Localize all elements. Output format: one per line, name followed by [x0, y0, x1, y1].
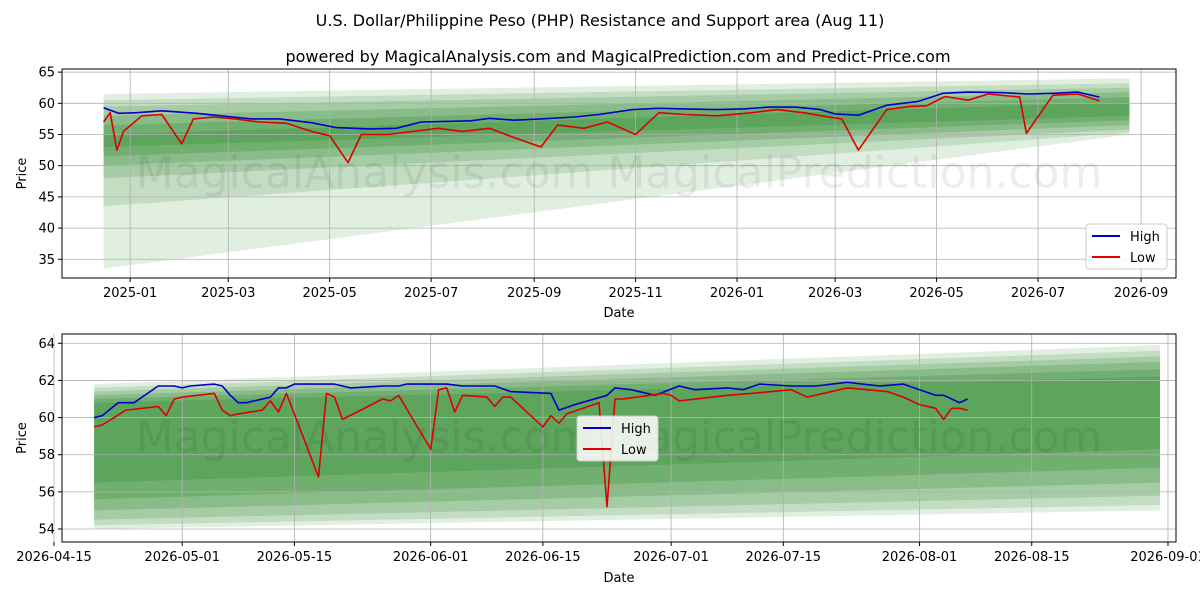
x-tick-label: 2026-07-01 — [633, 550, 709, 565]
y-tick-label: 40 — [38, 222, 55, 237]
top-chart-panel: 35 40 45 50 55 60 65 2025-01 2025-03 2025-05 2025-… — [15, 66, 1177, 321]
x-axis-label: Date — [603, 571, 634, 586]
y-axis-label: Price — [15, 422, 30, 454]
x-tick-label: 2025-03 — [201, 286, 255, 301]
y-tick-label: 65 — [38, 66, 55, 81]
y-tick-label: 58 — [38, 448, 55, 463]
x-tick-label: 2026-05-15 — [257, 550, 333, 565]
figure: U.S. Dollar/Philippine Peso (PHP) Resist… — [15, 11, 1200, 586]
watermark: MagicalAnalysis.com MagicalPrediction.co… — [136, 148, 1103, 199]
legend-label: High — [621, 422, 651, 437]
legend: High Low — [576, 415, 659, 462]
x-tick-label: 2026-05-01 — [144, 550, 220, 565]
y-tick-label: 60 — [38, 97, 55, 112]
x-tick-label: 2025-05 — [303, 286, 357, 301]
x-tick-label: 2025-09 — [507, 286, 561, 301]
chart-subtitle: powered by MagicalAnalysis.com and Magic… — [285, 47, 950, 66]
legend-label: High — [1130, 230, 1160, 245]
x-tick-label: 2026-09 — [1114, 286, 1168, 301]
x-axis-label: Date — [603, 306, 634, 321]
x-tick-label: 2025-07 — [404, 286, 458, 301]
x-tick-label: 2026-05 — [909, 286, 963, 301]
x-tick-label: 2026-06-01 — [393, 550, 469, 565]
y-tick-label: 45 — [38, 190, 55, 205]
bottom-chart-panel: 54 56 58 60 62 64 2026-04-15 2026-05-01 2026-05-… — [15, 333, 1200, 586]
y-tick-label: 54 — [38, 523, 55, 538]
x-tick-label: 2025-01 — [103, 286, 157, 301]
x-tick-label: 2026-09-01 — [1130, 550, 1200, 565]
x-tick-label: 2026-07 — [1011, 286, 1065, 301]
y-tick-label: 56 — [38, 485, 55, 500]
y-tick-label: 60 — [38, 411, 55, 426]
x-tick-label: 2026-01 — [710, 286, 764, 301]
y-axis-label: Price — [15, 158, 30, 190]
x-tick-label: 2026-07-15 — [746, 550, 822, 565]
legend-label: Low — [621, 443, 647, 458]
y-tick-label: 64 — [38, 337, 55, 352]
y-tick-label: 55 — [38, 128, 55, 143]
legend-label: Low — [1130, 251, 1156, 266]
x-tick-label: 2026-08-15 — [994, 550, 1070, 565]
chart-title: U.S. Dollar/Philippine Peso (PHP) Resist… — [316, 11, 885, 30]
legend: High Low — [1085, 223, 1168, 270]
x-tick-label: 2025-11 — [608, 286, 662, 301]
x-tick-label: 2026-06-15 — [505, 550, 581, 565]
x-tick-label: 2026-03 — [808, 286, 862, 301]
x-tick-label: 2026-04-15 — [16, 550, 92, 565]
y-tick-label: 50 — [38, 159, 55, 174]
y-tick-label: 62 — [38, 374, 55, 389]
y-tick-label: 35 — [38, 253, 55, 268]
x-tick-label: 2026-08-01 — [882, 550, 958, 565]
